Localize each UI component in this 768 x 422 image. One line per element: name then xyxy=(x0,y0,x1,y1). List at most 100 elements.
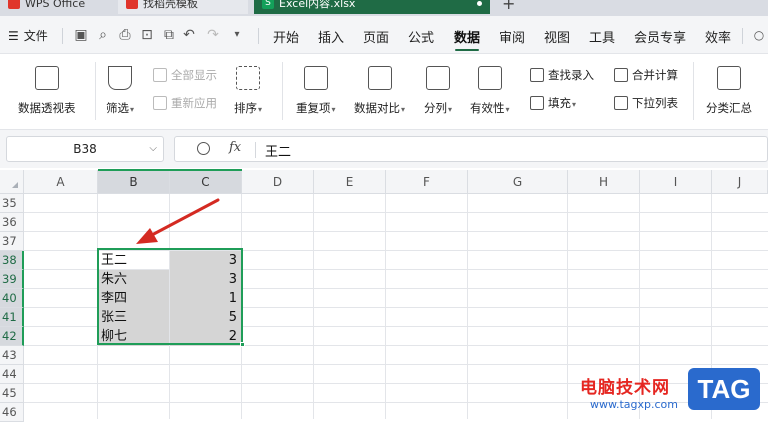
reapply-label: 重新应用 xyxy=(171,96,217,110)
fill-button[interactable]: 填充▾ xyxy=(530,95,576,111)
formula-input[interactable]: fx 王二 xyxy=(174,136,768,162)
undo-icon[interactable]: ↶ xyxy=(180,26,198,44)
cell-b38[interactable]: 王二 xyxy=(98,251,169,270)
split-column-button[interactable]: 分列▾ xyxy=(424,66,452,116)
column-header-i[interactable]: I xyxy=(640,170,712,194)
find-entry-button[interactable]: 查找录入 xyxy=(530,67,594,83)
menu-start[interactable]: 开始 xyxy=(273,27,299,46)
compare-icon xyxy=(367,66,392,90)
fill-icon xyxy=(530,96,544,110)
consolidate-button[interactable]: 合并计算 xyxy=(614,67,678,83)
column-header-b[interactable]: B xyxy=(98,170,170,194)
search-icon[interactable]: ○ xyxy=(750,26,768,44)
cell-b42[interactable]: 柳七 xyxy=(98,327,169,346)
reapply-button[interactable]: 重新应用 xyxy=(153,95,217,111)
row-header-36[interactable]: 36 xyxy=(0,213,24,232)
watermark-text: 电脑技术网 xyxy=(580,378,670,398)
row-header-35[interactable]: 35 xyxy=(0,194,24,213)
file-menu-label: 文件 xyxy=(23,29,48,43)
new-tab-plus-icon[interactable]: + xyxy=(502,0,515,13)
show-all-button[interactable]: 全部显示 xyxy=(153,67,217,83)
menu-tools[interactable]: 工具 xyxy=(589,27,615,46)
sort-button[interactable]: 排序▾ xyxy=(234,66,262,116)
menu-page[interactable]: 页面 xyxy=(363,27,389,46)
split-column-icon xyxy=(426,66,450,90)
column-header-a[interactable]: A xyxy=(24,170,98,194)
column-header-j[interactable]: J xyxy=(712,170,768,194)
column-header-e[interactable]: E xyxy=(314,170,386,194)
dropdown-list-button[interactable]: 下拉列表 xyxy=(614,95,678,111)
print-icon[interactable]: ⎙ xyxy=(116,26,134,44)
file-menu[interactable]: ☰ 文件 xyxy=(8,27,48,44)
duplicates-button[interactable]: 重复项▾ xyxy=(296,66,336,116)
menu-bar: ☰ 文件 ▣ ⌕ ⎙ ⊡ ⧉ ↶ ↷ ▾ 开始 插入 页面 公式 数据 审阅 视… xyxy=(0,16,768,54)
tab-wps-office[interactable]: WPS Office xyxy=(0,0,112,14)
duplicates-icon xyxy=(303,66,328,90)
pivot-table-button[interactable]: 数据透视表 xyxy=(18,66,76,116)
row-header-37[interactable]: 37 xyxy=(0,232,24,251)
row-header-40[interactable]: 40 xyxy=(0,289,24,308)
menu-review[interactable]: 审阅 xyxy=(499,27,525,46)
column-header-c[interactable]: C xyxy=(170,170,242,194)
consolidate-icon xyxy=(614,68,628,82)
select-all-corner[interactable] xyxy=(0,170,24,194)
print-preview-icon[interactable]: ⊡ xyxy=(138,26,156,44)
cell-b39[interactable]: 朱六 xyxy=(98,270,169,289)
redo-icon[interactable]: ↷ xyxy=(204,26,222,44)
validity-button[interactable]: 有效性▾ xyxy=(470,66,510,116)
gridline xyxy=(241,194,242,419)
row-header-44[interactable]: 44 xyxy=(0,365,24,384)
save-icon[interactable]: ▣ xyxy=(72,26,90,44)
formula-bar: B38 ⌵ fx 王二 xyxy=(0,130,768,168)
name-box[interactable]: B38 ⌵ xyxy=(6,136,164,162)
menu-formula[interactable]: 公式 xyxy=(408,27,434,46)
data-compare-button[interactable]: 数据对比▾ xyxy=(354,66,405,116)
watermark-url: www.tagxp.com xyxy=(590,398,678,411)
gridline xyxy=(385,194,386,419)
chevron-down-icon[interactable]: ⌵ xyxy=(149,137,157,161)
menu-member[interactable]: 会员专享 xyxy=(634,27,686,46)
divider xyxy=(62,28,63,44)
pivot-table-icon xyxy=(34,66,59,90)
row-header-39[interactable]: 39 xyxy=(0,270,24,289)
fill-handle[interactable] xyxy=(240,342,245,347)
cell-c39[interactable]: 3 xyxy=(170,270,241,289)
export-icon[interactable]: ⧉ xyxy=(160,26,178,44)
row-header-46[interactable]: 46 xyxy=(0,403,24,422)
more-caret-icon[interactable]: ▾ xyxy=(228,26,246,44)
menu-view[interactable]: 视图 xyxy=(544,27,570,46)
subtotal-button[interactable]: 分类汇总 xyxy=(706,66,752,116)
column-header-g[interactable]: G xyxy=(468,170,568,194)
column-header-d[interactable]: D xyxy=(242,170,314,194)
consolidate-label: 合并计算 xyxy=(632,68,678,82)
paste-format-icon[interactable]: ⌕ xyxy=(94,26,112,44)
divider xyxy=(282,62,283,120)
cell-c40[interactable]: 1 xyxy=(170,289,241,308)
tab-excel-file[interactable]: S Excel内容.xlsx xyxy=(254,0,490,14)
row-header-38[interactable]: 38 xyxy=(0,251,24,270)
tab-label: WPS Office xyxy=(25,0,86,10)
hamburger-icon: ☰ xyxy=(8,28,19,43)
pivot-table-label: 数据透视表 xyxy=(18,101,76,115)
show-all-label: 全部显示 xyxy=(171,68,217,82)
cell-c41[interactable]: 5 xyxy=(170,308,241,327)
function-icon[interactable]: fx xyxy=(229,140,241,155)
cell-b40[interactable]: 李四 xyxy=(98,289,169,308)
row-header-42[interactable]: 42 xyxy=(0,327,24,346)
tab-templates[interactable]: 找稻壳模板 xyxy=(118,0,248,14)
cell-b41[interactable]: 张三 xyxy=(98,308,169,327)
row-header-43[interactable]: 43 xyxy=(0,346,24,365)
filter-button[interactable]: 筛选▾ xyxy=(106,66,134,116)
column-header-h[interactable]: H xyxy=(568,170,640,194)
row-header-41[interactable]: 41 xyxy=(0,308,24,327)
menu-data[interactable]: 数据 xyxy=(454,27,480,46)
sort-icon xyxy=(236,66,260,90)
cell-c38[interactable]: 3 xyxy=(170,251,241,270)
menu-efficiency[interactable]: 效率 xyxy=(705,27,731,46)
column-header-f[interactable]: F xyxy=(386,170,468,194)
row-header-45[interactable]: 45 xyxy=(0,384,24,403)
cell-c42[interactable]: 2 xyxy=(170,327,241,346)
menu-insert[interactable]: 插入 xyxy=(318,27,344,46)
zoom-icon[interactable] xyxy=(197,142,210,155)
gridline xyxy=(24,364,768,365)
